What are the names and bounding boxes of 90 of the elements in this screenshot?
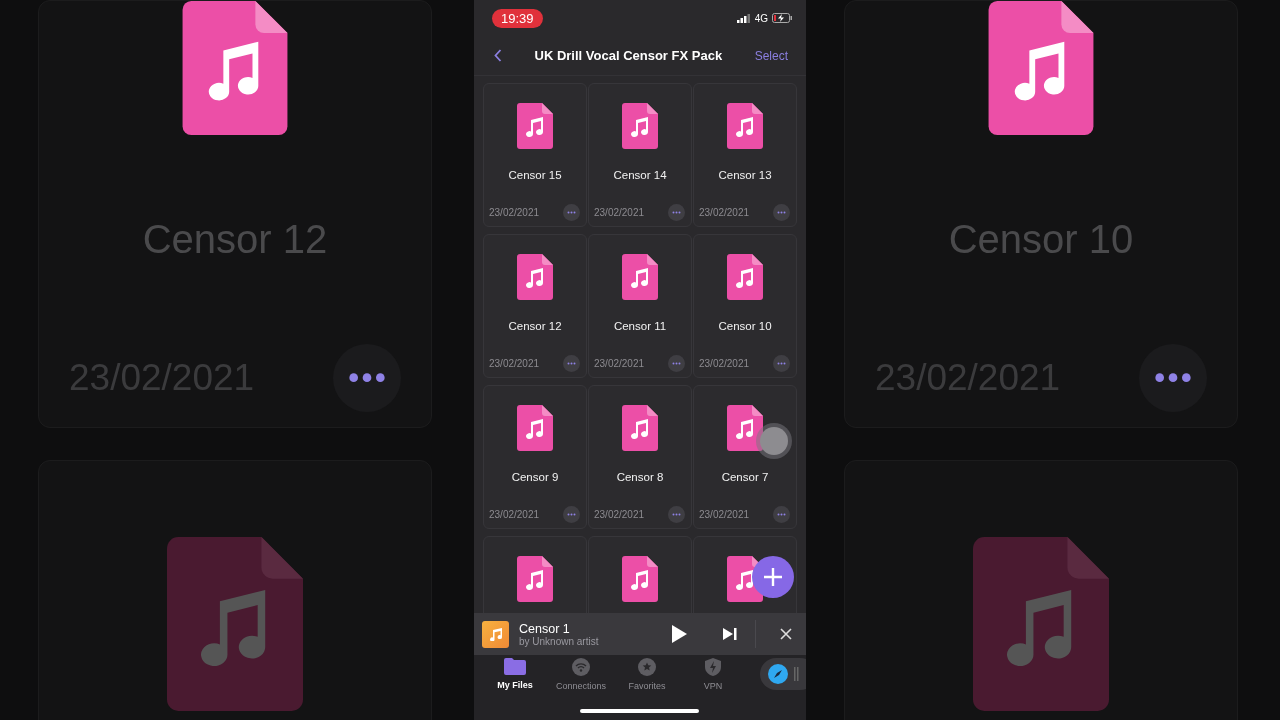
more-button[interactable]	[668, 355, 685, 372]
more-icon	[567, 362, 576, 365]
grip-icon	[794, 667, 800, 681]
music-file-icon	[622, 254, 658, 300]
skip-next-icon	[723, 628, 737, 640]
file-name: Censor 15	[508, 169, 562, 181]
compass-icon	[768, 664, 788, 684]
folder-title: UK Drill Vocal Censor FX Pack	[534, 48, 723, 63]
music-file-icon	[517, 556, 553, 602]
file-card[interactable]: Censor 14 23/02/2021	[588, 83, 692, 227]
back-icon	[494, 49, 502, 62]
file-name: Censor 7	[721, 471, 769, 483]
file-name: Censor 12	[508, 320, 562, 332]
network-type: 4G	[754, 12, 768, 24]
file-name: Censor 10	[948, 217, 1134, 262]
more-button[interactable]	[563, 355, 580, 372]
more-icon	[777, 211, 786, 214]
file-name: Censor 14	[613, 169, 667, 181]
music-file-icon	[517, 103, 553, 149]
battery-icon	[772, 13, 792, 23]
tab[interactable]: VPN	[680, 658, 746, 696]
file-card[interactable]: Censor 15 23/02/2021	[483, 83, 587, 227]
tab[interactable]: My Files	[482, 658, 548, 696]
file-date: 23/02/2021	[699, 207, 750, 218]
file-name: Censor 8	[616, 471, 664, 483]
next-button[interactable]	[723, 628, 737, 640]
file-card[interactable]: Censor 9 23/02/2021	[483, 385, 587, 529]
more-icon	[672, 362, 681, 365]
track-title: Censor 1	[519, 621, 571, 636]
music-file-icon	[727, 103, 763, 149]
music-file-icon	[727, 405, 763, 451]
tab[interactable]: Connections	[548, 658, 614, 696]
tab[interactable]: Favorites	[614, 658, 680, 696]
wifi-icon	[572, 658, 590, 676]
more-icon	[567, 513, 576, 516]
file-name: Censor 13	[718, 169, 772, 181]
file-date: 23/02/2021	[594, 207, 645, 218]
more-button[interactable]	[773, 204, 790, 221]
file-name: Censor 9	[511, 471, 559, 483]
more-icon	[672, 513, 681, 516]
file-date: 23/02/2021	[594, 358, 645, 369]
music-file-icon	[517, 405, 553, 451]
file-date: 23/02/2021	[489, 358, 540, 369]
play-icon	[672, 625, 687, 643]
more-icon	[672, 211, 681, 214]
file-name: Censor 12	[142, 217, 328, 262]
more-icon	[1153, 371, 1193, 385]
plus-icon	[763, 567, 783, 587]
more-button[interactable]	[668, 204, 685, 221]
more-button[interactable]	[773, 506, 790, 523]
more-button[interactable]	[668, 506, 685, 523]
more-button[interactable]	[563, 506, 580, 523]
music-file-icon	[727, 254, 763, 300]
file-date: 23/02/2021	[699, 509, 750, 520]
file-date: 23/02/2021	[699, 358, 750, 369]
file-card[interactable]: Censor 8 23/02/2021	[588, 385, 692, 529]
file-date: 23/02/2021	[594, 509, 645, 520]
file-name: Censor 10	[718, 320, 772, 332]
status-time: 19:39	[492, 8, 543, 28]
browser-pill[interactable]	[760, 658, 806, 690]
more-button[interactable]	[563, 204, 580, 221]
file-card[interactable]: Censor 7 23/02/2021	[693, 385, 797, 529]
file-card[interactable]: Censor 11 23/02/2021	[588, 234, 692, 378]
file-name: Censor 11	[613, 320, 667, 332]
signal-icon	[736, 13, 751, 23]
more-icon	[347, 371, 387, 385]
select-button[interactable]: Select	[754, 48, 788, 63]
more-icon	[777, 362, 786, 365]
music-file-icon	[622, 103, 658, 149]
music-note-icon	[488, 627, 503, 641]
folder-icon	[504, 658, 526, 675]
more-icon	[777, 513, 786, 516]
file-card[interactable]: Censor 10 23/02/2021	[693, 234, 797, 378]
music-file-icon	[622, 405, 658, 451]
music-file-icon	[973, 537, 1109, 711]
close-button[interactable]	[780, 628, 792, 640]
file-card[interactable]: Censor 13 23/02/2021	[693, 83, 797, 227]
music-file-icon	[622, 556, 658, 602]
back-button[interactable]	[494, 49, 502, 62]
music-file-icon	[167, 537, 303, 711]
more-icon	[567, 211, 576, 214]
file-card[interactable]: Censor 12 23/02/2021	[483, 234, 587, 378]
file-date: 23/02/2021	[489, 509, 540, 520]
more-button[interactable]	[773, 355, 790, 372]
close-icon	[780, 628, 792, 640]
music-file-icon	[517, 254, 553, 300]
track-artist: by Unknown artist	[519, 635, 600, 647]
file-date: 23/02/2021	[489, 207, 540, 218]
shield-icon	[705, 658, 721, 676]
play-button[interactable]	[672, 625, 687, 643]
